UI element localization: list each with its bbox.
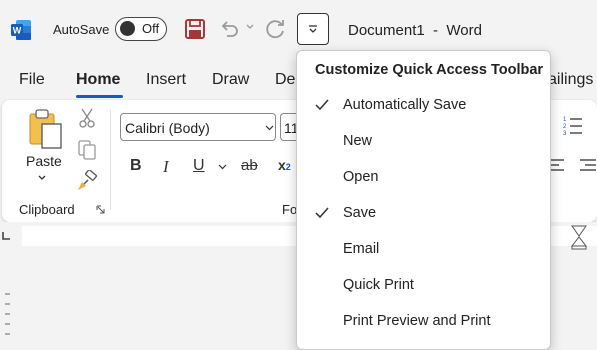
tab-design[interactable]: De: [275, 71, 295, 89]
tab-mailings[interactable]: ailings: [548, 71, 593, 89]
menu-item-label: Automatically Save: [343, 97, 467, 113]
menu-item-label: Save: [343, 205, 377, 221]
align-left-icon[interactable]: [549, 157, 565, 175]
save-icon[interactable]: [184, 18, 206, 40]
menu-item-label: Open: [343, 169, 379, 185]
svg-text:W: W: [13, 26, 22, 36]
chevron-down-icon: [265, 125, 274, 131]
menu-item-open[interactable]: Open: [297, 160, 550, 196]
cut-icon[interactable]: [77, 107, 97, 129]
subscript-small: 2: [285, 162, 291, 172]
autosave-label: AutoSave: [53, 22, 110, 37]
strikethrough-button[interactable]: ab: [241, 157, 258, 174]
numbered-list-icon[interactable]: 1 2 3: [562, 115, 592, 137]
align-right-icon[interactable]: [579, 157, 597, 175]
subscript-x: x: [278, 157, 286, 173]
dialog-launcher-icon[interactable]: [96, 205, 106, 215]
menu-item-save[interactable]: Save: [297, 196, 550, 232]
menu-item-label: Quick Print: [343, 277, 414, 293]
document-title: Document1 - Word: [348, 22, 482, 39]
menu-item-label: Print Preview and Print: [343, 313, 491, 329]
copy-icon[interactable]: [77, 139, 97, 161]
tab-selector-icon[interactable]: [2, 232, 10, 240]
clipboard-group-label: Clipboard: [19, 202, 75, 217]
autosave-state: Off: [142, 21, 160, 36]
undo-dropdown-icon[interactable]: [245, 22, 255, 32]
underline-dropdown-icon[interactable]: [218, 164, 227, 170]
menu-item-new[interactable]: New: [297, 124, 550, 160]
customize-qat-button[interactable]: [297, 13, 329, 45]
menu-item-label: New: [343, 133, 373, 149]
paste-dropdown-icon[interactable]: [37, 174, 47, 182]
tab-home[interactable]: Home: [76, 71, 120, 89]
font-name-value: Calibri (Body): [125, 120, 210, 136]
check-icon: [315, 99, 329, 111]
format-painter-icon[interactable]: [76, 170, 98, 192]
word-logo-icon[interactable]: W: [10, 19, 32, 41]
subscript-button[interactable]: x2: [278, 157, 291, 173]
italic-button[interactable]: I: [163, 157, 169, 177]
menu-item-print-preview[interactable]: Print Preview and Print: [297, 304, 550, 340]
svg-text:3: 3: [563, 131, 567, 137]
vertical-ruler: [5, 293, 10, 335]
toggle-knob: [120, 21, 135, 36]
tab-draw[interactable]: Draw: [212, 71, 249, 89]
menu-title: Customize Quick Access Toolbar: [315, 62, 544, 78]
menu-item-email[interactable]: Email: [297, 232, 550, 268]
bold-button[interactable]: B: [130, 157, 142, 175]
font-name-combobox[interactable]: Calibri (Body): [120, 113, 276, 141]
active-tab-indicator: [76, 95, 123, 98]
tab-file[interactable]: File: [19, 71, 45, 89]
group-separator: [110, 110, 111, 210]
tab-insert[interactable]: Insert: [146, 71, 186, 89]
svg-text:2: 2: [563, 124, 567, 130]
paste-label[interactable]: Paste: [26, 153, 62, 169]
redo-icon[interactable]: [264, 17, 288, 41]
underline-button[interactable]: U: [193, 157, 205, 175]
svg-text:1: 1: [563, 117, 567, 123]
customize-qat-menu: Customize Quick Access Toolbar Automatic…: [296, 50, 551, 350]
menu-item-quick-print[interactable]: Quick Print: [297, 268, 550, 304]
menu-item-label: Email: [343, 241, 380, 257]
autosave-toggle[interactable]: Off: [115, 17, 167, 41]
chevron-down-icon: [309, 25, 317, 33]
indent-marker-icon[interactable]: [570, 224, 588, 250]
paste-icon[interactable]: [28, 108, 64, 150]
check-icon: [315, 207, 329, 219]
menu-item-automatically-save[interactable]: Automatically Save: [297, 88, 550, 124]
undo-icon[interactable]: [217, 17, 241, 41]
font-group-label: Fo: [282, 202, 298, 217]
